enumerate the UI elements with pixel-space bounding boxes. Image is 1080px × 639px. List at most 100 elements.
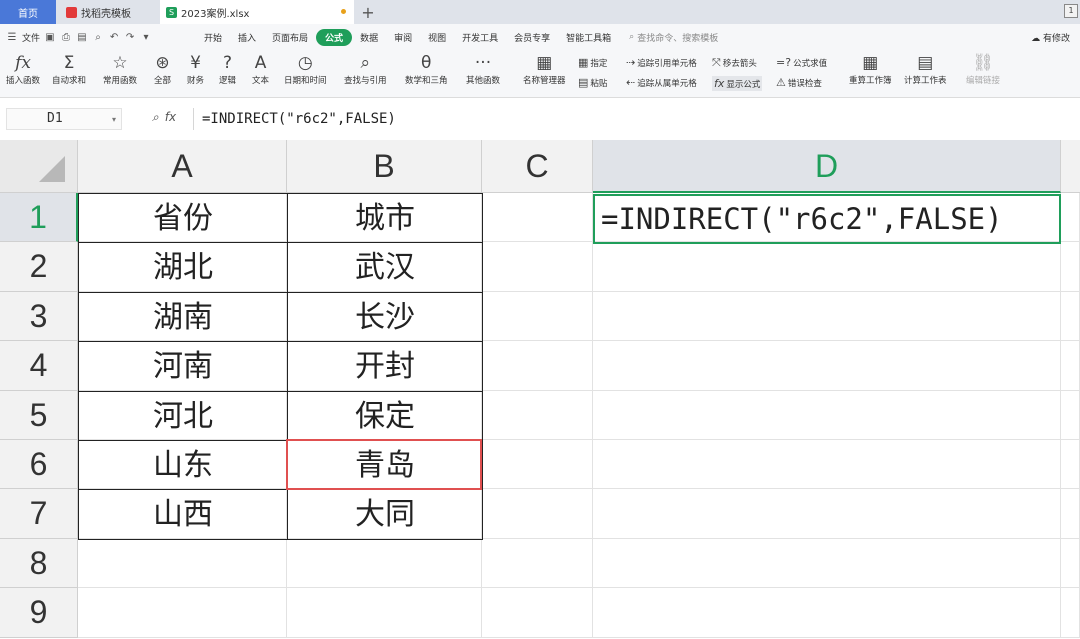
fx-icon[interactable]: fx xyxy=(165,110,176,125)
menu-smart-tools[interactable]: 智能工具箱 xyxy=(558,31,619,44)
grid-cell[interactable] xyxy=(482,440,593,490)
chevron-down-icon[interactable]: ▾ xyxy=(140,32,152,43)
specify-button[interactable]: ▦ 指定 xyxy=(578,56,607,69)
logic-button[interactable]: ? 逻辑 xyxy=(219,52,236,86)
grid-cell[interactable] xyxy=(593,489,1061,539)
remove-arrows-button[interactable]: ⤧ 移去箭头 xyxy=(712,56,757,70)
trace-precedents-button[interactable]: ⇢ 追踪引用单元格 xyxy=(626,56,697,69)
other-functions-button[interactable]: ··· 其他函数 xyxy=(466,52,500,86)
table-cell[interactable]: 大同 xyxy=(287,489,483,540)
grid-cell[interactable] xyxy=(1061,489,1080,539)
table-cell[interactable]: 武汉 xyxy=(287,242,483,293)
formula-input[interactable]: =INDIRECT("r6c2",FALSE) xyxy=(193,108,1073,130)
row-header-4[interactable]: 4 xyxy=(0,341,78,391)
grid-cell[interactable] xyxy=(482,588,593,638)
name-box[interactable]: D1 xyxy=(6,108,122,130)
grid-cell[interactable] xyxy=(482,390,593,440)
window-layout-icon[interactable]: 1 xyxy=(1064,4,1078,18)
tab-template[interactable]: 找稻壳模板 xyxy=(58,0,158,24)
finance-button[interactable]: ¥ 财务 xyxy=(187,52,204,86)
table-cell[interactable]: 山东 xyxy=(78,440,288,491)
redo-icon[interactable]: ↷ xyxy=(124,32,136,43)
grid-cell[interactable] xyxy=(593,291,1061,342)
row-header-3[interactable]: 3 xyxy=(0,291,78,342)
grid-cell[interactable] xyxy=(1061,291,1080,342)
grid-cell[interactable] xyxy=(1061,588,1080,638)
table-cell[interactable]: 长沙 xyxy=(287,291,483,343)
grid-cell[interactable] xyxy=(1061,390,1080,440)
row-header-8[interactable]: 8 xyxy=(0,538,78,589)
insert-function-button[interactable]: fx 插入函数 xyxy=(6,52,40,86)
menu-file[interactable]: 文件 xyxy=(22,31,40,44)
table-cell[interactable]: 城市 xyxy=(287,193,483,244)
grid-cell[interactable] xyxy=(482,291,593,342)
table-cell[interactable]: 保定 xyxy=(287,390,483,441)
grid-cell[interactable] xyxy=(287,588,482,638)
calc-sheet-button[interactable]: ▤ 计算工作表 xyxy=(904,52,947,86)
grid-cell[interactable] xyxy=(482,193,593,243)
menu-formulas[interactable]: 公式 xyxy=(316,28,353,46)
menu-view[interactable]: 视图 xyxy=(420,31,454,44)
grid-cell[interactable] xyxy=(593,390,1061,440)
menu-member[interactable]: 会员专享 xyxy=(506,31,558,44)
export-icon[interactable]: ⎙ xyxy=(60,32,72,43)
show-formulas-button[interactable]: fx 显示公式 xyxy=(712,76,763,91)
grid-cell[interactable] xyxy=(1061,538,1080,589)
grid-cell[interactable] xyxy=(482,538,593,589)
grid-cell[interactable] xyxy=(1061,193,1080,243)
table-cell[interactable]: 河北 xyxy=(78,390,288,441)
trace-dependents-button[interactable]: ⇠ 追踪从属单元格 xyxy=(626,76,697,89)
grid-cell[interactable] xyxy=(78,538,287,589)
row-header-1[interactable]: 1 xyxy=(0,193,78,243)
grid-cell[interactable] xyxy=(593,538,1061,589)
preview-icon[interactable]: ⌕ xyxy=(92,32,104,43)
column-header-d[interactable]: D xyxy=(593,140,1061,193)
menu-review[interactable]: 审阅 xyxy=(386,31,420,44)
print-icon[interactable]: ▤ xyxy=(76,32,88,43)
common-functions-button[interactable]: ☆ 常用函数 xyxy=(103,52,137,86)
undo-icon[interactable]: ↶ xyxy=(108,32,120,43)
new-tab-button[interactable]: + xyxy=(358,0,378,24)
column-header-c[interactable]: C xyxy=(482,140,593,193)
grid-cell[interactable] xyxy=(593,440,1061,490)
row-header-6[interactable]: 6 xyxy=(0,440,78,490)
name-manager-button[interactable]: ▦ 名称管理器 xyxy=(523,52,566,86)
all-functions-button[interactable]: ⊛ 全部 xyxy=(154,52,171,86)
chevron-down-icon[interactable]: ▾ xyxy=(112,115,116,124)
menu-insert[interactable]: 插入 xyxy=(230,31,264,44)
row-header-5[interactable]: 5 xyxy=(0,390,78,440)
column-header-b[interactable]: B xyxy=(287,140,482,193)
table-cell[interactable]: 省份 xyxy=(78,193,288,244)
grid-cell[interactable] xyxy=(593,242,1061,292)
tab-home[interactable]: 首页 xyxy=(0,0,56,24)
select-all-corner[interactable] xyxy=(0,140,78,193)
modified-status[interactable]: ☁ 有修改 xyxy=(1031,31,1070,44)
column-header-a[interactable]: A xyxy=(78,140,287,193)
grid-cell[interactable] xyxy=(78,588,287,638)
math-button[interactable]: θ 数学和三角 xyxy=(405,52,448,86)
table-cell[interactable]: 湖南 xyxy=(78,291,288,343)
row-header-2[interactable]: 2 xyxy=(0,242,78,292)
grid-cell[interactable] xyxy=(1061,440,1080,490)
datetime-button[interactable]: ◷ 日期和时间 xyxy=(284,52,327,86)
grid-cell[interactable] xyxy=(1061,341,1080,391)
hamburger-icon[interactable]: ☰ xyxy=(6,32,18,43)
table-cell[interactable]: 湖北 xyxy=(78,242,288,293)
grid-cell[interactable] xyxy=(593,341,1061,391)
tab-file[interactable]: S 2023案例.xlsx xyxy=(160,0,354,24)
paste-name-button[interactable]: ▤ 粘贴 xyxy=(578,76,607,89)
grid-cell[interactable] xyxy=(482,489,593,539)
row-header-9[interactable]: 9 xyxy=(0,588,78,638)
grid-cell[interactable] xyxy=(287,538,482,589)
menu-page-layout[interactable]: 页面布局 xyxy=(264,31,316,44)
table-cell[interactable]: 山西 xyxy=(78,489,288,540)
zoom-icon[interactable]: ⌕ xyxy=(152,110,159,125)
menu-developer[interactable]: 开发工具 xyxy=(454,31,506,44)
menu-data[interactable]: 数据 xyxy=(352,31,386,44)
grid-cell[interactable] xyxy=(482,242,593,292)
error-check-button[interactable]: ⚠ 错误检查 xyxy=(776,76,822,89)
menu-start[interactable]: 开始 xyxy=(196,31,230,44)
grid-cell[interactable] xyxy=(593,588,1061,638)
active-cell-d1[interactable]: =INDIRECT("r6c2",FALSE) xyxy=(593,194,1061,244)
table-cell[interactable]: 河南 xyxy=(78,341,288,392)
